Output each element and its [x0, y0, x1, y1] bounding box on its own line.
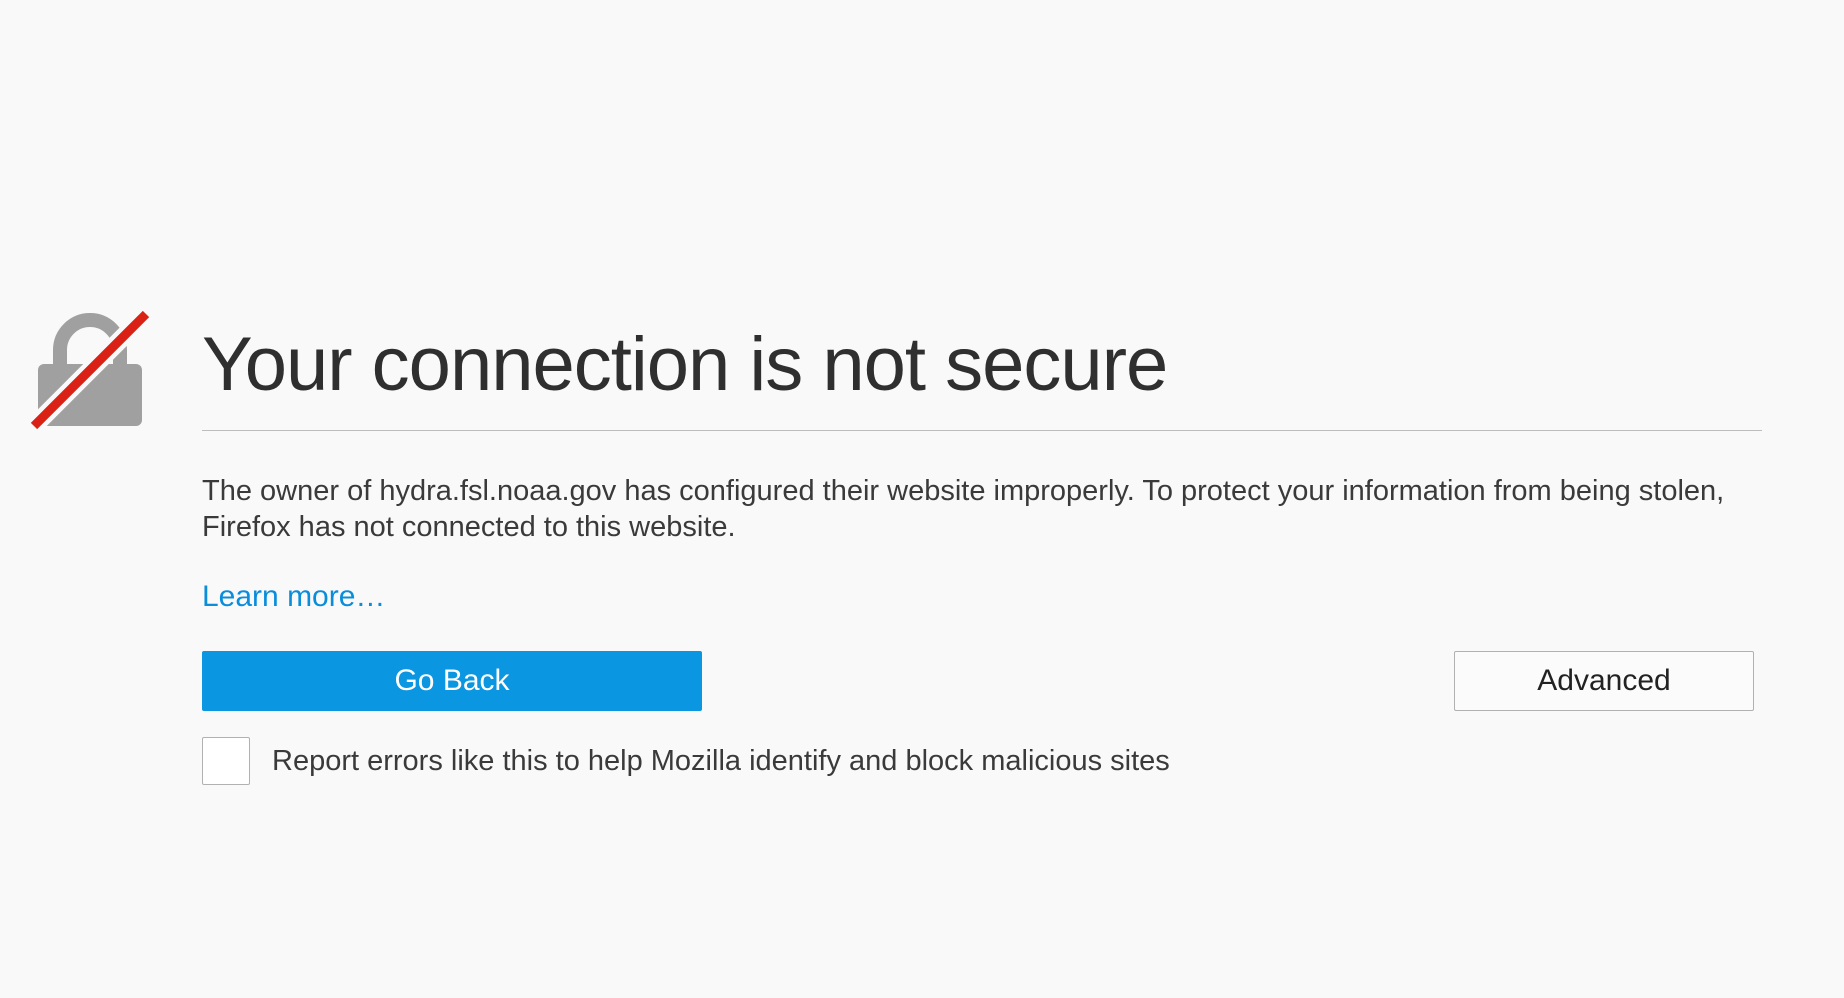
- button-row: Go Back Advanced: [202, 651, 1754, 711]
- report-errors-row: Report errors like this to help Mozilla …: [202, 735, 1762, 787]
- page-title: Your connection is not secure: [202, 322, 1168, 407]
- report-errors-label: Report errors like this to help Mozilla …: [272, 745, 1170, 777]
- learn-more-link[interactable]: Learn more…: [202, 577, 385, 617]
- advanced-button[interactable]: Advanced: [1454, 651, 1754, 711]
- error-page: Your connection is not secure The owner …: [0, 0, 1844, 998]
- error-content: Your connection is not secure The owner …: [202, 300, 1762, 787]
- error-description: The owner of hydra.fsl.noaa.gov has conf…: [202, 475, 1725, 543]
- broken-lock-icon: [30, 310, 150, 430]
- report-errors-checkbox[interactable]: [202, 737, 250, 785]
- title-container: Your connection is not secure: [202, 300, 1762, 431]
- go-back-button[interactable]: Go Back: [202, 651, 702, 711]
